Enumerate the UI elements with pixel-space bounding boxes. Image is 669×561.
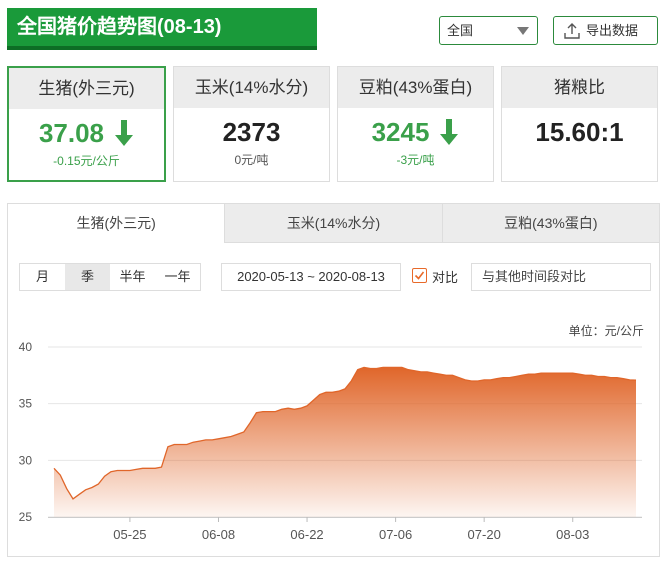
page-title: 全国猪价趋势图(08-13) bbox=[7, 8, 317, 50]
arrow-down-icon bbox=[440, 119, 459, 146]
x-tick-label: 06-22 bbox=[290, 527, 323, 542]
card-live-hog-title: 生猪(外三元) bbox=[9, 68, 164, 109]
card-live-hog[interactable]: 生猪(外三元) 37.08 -0.15元/公斤 bbox=[7, 66, 166, 182]
card-live-hog-value: 37.08 bbox=[9, 118, 164, 149]
card-hog-grain-ratio[interactable]: 猪粮比 15.60:1 bbox=[501, 66, 658, 182]
area-fill bbox=[54, 367, 636, 517]
export-data-label: 导出数据 bbox=[586, 23, 639, 38]
card-soymeal-value: 3245 bbox=[338, 117, 493, 148]
region-select[interactable]: 全国 bbox=[439, 16, 538, 45]
card-hog-grain-ratio-title: 猪粮比 bbox=[502, 67, 657, 108]
card-soymeal-change: -3元/吨 bbox=[396, 153, 435, 167]
card-corn[interactable]: 玉米(14%水分) 2373 0元/吨 bbox=[173, 66, 330, 182]
card-soymeal[interactable]: 豆粕(43%蛋白) 3245 -3元/吨 bbox=[337, 66, 494, 182]
price-area-chart: 25 30 35 40 05-25 06-08 06-22 07-06 07-20 08-03 bbox=[19, 340, 642, 542]
x-tick-label: 08-03 bbox=[556, 527, 589, 542]
arrow-down-icon bbox=[115, 120, 134, 147]
x-tick-label: 06-08 bbox=[202, 527, 235, 542]
card-live-hog-change: -0.15元/公斤 bbox=[53, 154, 120, 168]
region-select-value: 全国 bbox=[447, 23, 474, 38]
card-corn-change: 0元/吨 bbox=[234, 153, 269, 167]
y-tick-label: 35 bbox=[19, 397, 33, 411]
card-corn-title: 玉米(14%水分) bbox=[174, 67, 329, 108]
y-tick-label: 25 bbox=[19, 510, 33, 524]
x-tick-label: 07-20 bbox=[468, 527, 501, 542]
export-data-button[interactable]: 导出数据 bbox=[553, 16, 658, 45]
x-tick-label: 05-25 bbox=[113, 527, 146, 542]
card-corn-value: 2373 bbox=[222, 117, 281, 147]
y-tick-label: 30 bbox=[19, 453, 33, 467]
caret-down-icon bbox=[517, 27, 529, 35]
y-tick-label: 40 bbox=[19, 340, 33, 354]
card-soymeal-value-text: 3245 bbox=[371, 117, 430, 147]
upload-icon bbox=[564, 23, 580, 39]
card-live-hog-value-text: 37.08 bbox=[38, 118, 105, 148]
card-hog-grain-ratio-value: 15.60:1 bbox=[535, 117, 624, 147]
x-tick-label: 07-06 bbox=[379, 527, 412, 542]
card-soymeal-title: 豆粕(43%蛋白) bbox=[338, 67, 493, 108]
chart-panel: 生猪(外三元) 玉米(14%水分) 豆粕(43%蛋白) 月 季 半年 一年 20… bbox=[7, 203, 660, 557]
